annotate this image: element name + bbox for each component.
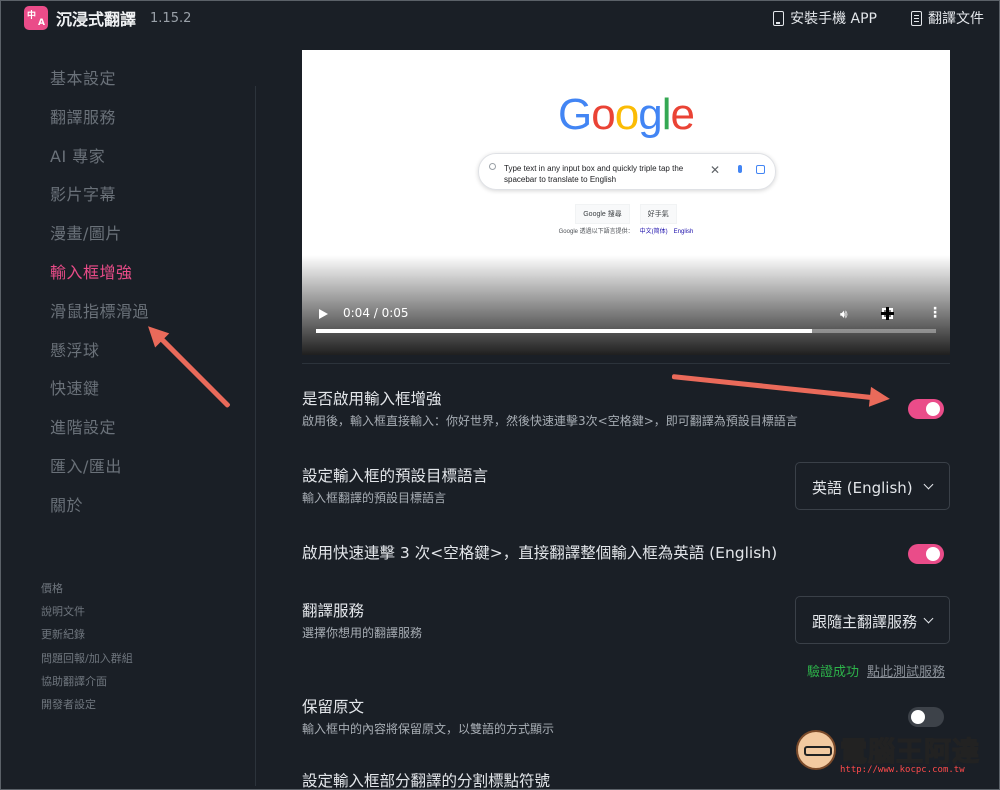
more-options-icon[interactable]: ⋮ (928, 305, 942, 321)
video-progress-bar[interactable] (316, 329, 936, 333)
watermark-mascot-icon (796, 730, 836, 770)
sidebar-menu: 基本設定 翻譯服務 AI 專家 影片字幕 漫畫/圖片 輸入框增強 滑鼠指標滑過 … (50, 68, 149, 534)
test-service-link[interactable]: 點此測試服務 (867, 665, 945, 680)
install-app-label: 安裝手機 APP (790, 11, 877, 27)
chevron-down-icon (923, 479, 934, 490)
volume-icon[interactable]: 🔊︎ (840, 307, 848, 322)
service-value: 跟隨主翻譯服務 (812, 613, 918, 631)
document-icon (911, 10, 922, 26)
watermark-text: 電腦王阿達 (839, 736, 980, 768)
footer-link-help-translate[interactable]: 協助翻譯介面 (41, 675, 133, 698)
triple-space-toggle[interactable] (908, 544, 944, 564)
docs-label: 翻譯文件 (928, 11, 984, 27)
video-progress-fill (316, 329, 812, 333)
service-select[interactable]: 跟隨主翻譯服務 (795, 596, 950, 644)
footer-link-feedback[interactable]: 問題回報/加入群組 (41, 652, 133, 675)
logo-text-top: 中 (27, 11, 37, 21)
sidebar-item-hover[interactable]: 滑鼠指標滑過 (50, 301, 149, 340)
app-logo-icon: 中 A (24, 6, 48, 30)
sidebar-item-translation-service[interactable]: 翻譯服務 (50, 107, 149, 146)
sidebar-item-input-box[interactable]: 輸入框增強 (50, 262, 149, 301)
clear-icon: ✕ (710, 163, 721, 177)
toggle-knob (911, 710, 925, 724)
lens-icon (756, 165, 765, 174)
docs-link[interactable]: 翻譯文件 (911, 8, 984, 28)
sidebar-item-basic[interactable]: 基本設定 (50, 68, 149, 107)
setting-triple-space: 啟用快速連擊 3 次<空格鍵>，直接翻譯整個輸入框為英語 (English) (302, 543, 950, 563)
play-icon[interactable] (319, 309, 328, 319)
logo-text-bottom: A (38, 18, 45, 28)
verify-status: 驗證成功 點此測試服務 (807, 661, 945, 680)
sidebar-item-advanced[interactable]: 進階設定 (50, 417, 149, 456)
watermark: 電腦王阿達 http://www.kocpc.com.tw (796, 724, 992, 784)
sidebar-item-ai-expert[interactable]: AI 專家 (50, 146, 149, 185)
footer-link-developer[interactable]: 開發者設定 (41, 698, 133, 721)
offered-in-text: Google 透過以下語言提供： (558, 229, 634, 235)
offer-lang-1: 中文(简体) (639, 229, 668, 235)
toggle-knob (926, 547, 940, 561)
enable-toggle[interactable] (908, 399, 944, 419)
offer-lang-2: English (673, 229, 694, 235)
app-name: 沉浸式翻譯 (56, 10, 137, 29)
search-icon (489, 163, 496, 170)
video-time: 0:04 / 0:05 (343, 306, 409, 320)
sidebar-footer: 價格 說明文件 更新紀錄 問題回報/加入群組 協助翻譯介面 開發者設定 (41, 582, 133, 721)
demo-video[interactable]: Google Type text in any input box and qu… (302, 50, 950, 355)
chevron-down-icon (923, 613, 934, 624)
google-logo: Google (558, 90, 695, 139)
app-version: 1.15.2 (150, 10, 192, 26)
annotation-arrow-sidebar (156, 334, 231, 409)
target-language-select[interactable]: 英語 (English) (795, 462, 950, 510)
sidebar-item-manga-images[interactable]: 漫畫/圖片 (50, 223, 149, 262)
install-app-link[interactable]: 安裝手機 APP (773, 8, 877, 28)
google-language-offer: Google 透過以下語言提供： 中文(简体) English (302, 226, 950, 235)
footer-link-changelog[interactable]: 更新紀錄 (41, 628, 133, 651)
google-lucky-button: 好手氣 (639, 204, 677, 224)
phone-icon (773, 10, 785, 26)
microphone-icon (738, 165, 742, 173)
verify-success-text: 驗證成功 (807, 665, 860, 680)
sidebar-item-floating-ball[interactable]: 懸浮球 (50, 340, 149, 379)
video-controls: 0:04 / 0:05 🔊︎ ⋮ (302, 300, 950, 355)
watermark-url: http://www.kocpc.com.tw (840, 765, 965, 775)
sidebar-item-import-export[interactable]: 匯入/匯出 (50, 456, 149, 495)
sidebar-item-video-subtitles[interactable]: 影片字幕 (50, 184, 149, 223)
footer-link-pricing[interactable]: 價格 (41, 582, 133, 605)
target-language-value: 英語 (English) (812, 479, 913, 497)
setting-keep-original-title: 保留原文 (302, 698, 365, 716)
footer-link-docs[interactable]: 說明文件 (41, 605, 133, 628)
google-search-text: Type text in any input box and quickly t… (504, 164, 684, 184)
app-header: 中 A 沉浸式翻譯 1.15.2 安裝手機 APP 翻譯文件 (0, 0, 1000, 36)
setting-enable-desc: 啟用後，輸入框直接輸入：你好世界，然後快速連擊3次<空格鍵>，即可翻譯為預設目標… (302, 414, 798, 428)
google-search-button: Google 搜尋 (575, 204, 630, 224)
toggle-knob (926, 402, 940, 416)
setting-triple-space-title: 啟用快速連擊 3 次<空格鍵>，直接翻譯整個輸入框為英語 (English) (302, 544, 778, 562)
main-content: Google Type text in any input box and qu… (302, 50, 950, 355)
sidebar-divider (255, 86, 256, 786)
sidebar-item-shortcuts[interactable]: 快速鍵 (50, 378, 149, 417)
sidebar-item-about[interactable]: 關於 (50, 495, 149, 534)
google-search-box: Type text in any input box and quickly t… (478, 153, 776, 190)
section-divider (302, 363, 950, 364)
fullscreen-icon[interactable] (881, 307, 894, 320)
